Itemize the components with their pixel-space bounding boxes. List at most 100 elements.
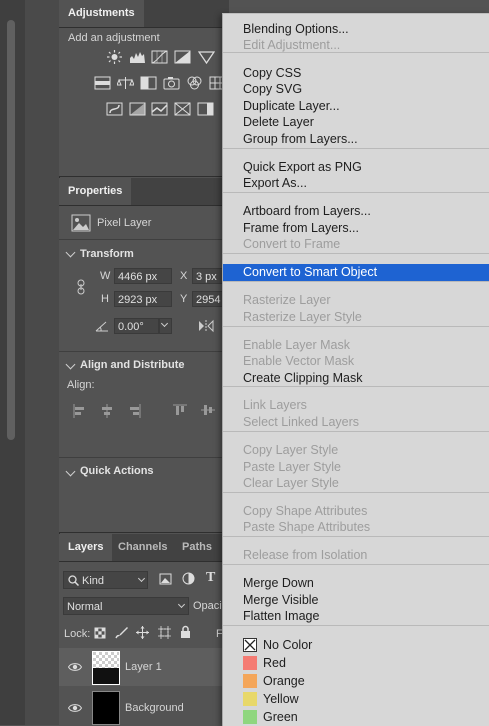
menu-item[interactable]: Delete Layer (223, 114, 489, 131)
x-label: X (180, 270, 188, 282)
menu-item[interactable]: Merge Down (223, 575, 489, 592)
w-label: W (100, 270, 111, 282)
align-hcenter-icon[interactable] (101, 404, 113, 418)
tab-channels[interactable]: Channels (109, 534, 177, 561)
align-distribute-header[interactable]: Align and Distribute (80, 359, 185, 371)
channel-mixer-icon[interactable] (186, 76, 203, 90)
menu-item[interactable]: Convert to Smart Object (223, 264, 489, 281)
menu-item[interactable]: Frame from Layers... (223, 220, 489, 237)
left-scrollbar[interactable] (7, 20, 15, 440)
filter-pixel-icon[interactable] (159, 573, 172, 585)
quick-actions-header[interactable]: Quick Actions (80, 465, 154, 477)
link-icon[interactable] (76, 279, 86, 295)
tab-adjustments[interactable]: Adjustments (59, 0, 144, 27)
angle-field[interactable]: 0.00° (114, 318, 159, 334)
visibility-eye-icon[interactable] (68, 703, 82, 713)
menu-item[interactable]: Create Clipping Mask (223, 370, 489, 387)
lock-image-brush-icon[interactable] (115, 626, 128, 639)
color-label-item[interactable]: No Color (223, 637, 489, 654)
color-label-text: Red (263, 656, 286, 670)
transform-header[interactable]: Transform (80, 248, 134, 260)
selective-color-icon[interactable] (197, 102, 214, 116)
align-top-icon[interactable] (173, 404, 187, 416)
layer-row[interactable]: Layer 1 (59, 648, 229, 686)
color-label-item[interactable]: Yellow (223, 691, 489, 708)
brightness-icon[interactable] (106, 50, 123, 64)
filter-type-icon[interactable]: T (206, 570, 215, 586)
threshold-icon[interactable] (151, 102, 168, 116)
y-label: Y (180, 293, 188, 305)
filter-adjustment-icon[interactable] (182, 572, 195, 585)
width-field[interactable]: 4466 px (114, 268, 172, 284)
photo-filter-icon[interactable] (163, 76, 180, 90)
color-balance-icon[interactable] (117, 76, 134, 90)
align-chevron-icon[interactable] (65, 359, 76, 370)
menu-item[interactable]: Export As... (223, 175, 489, 192)
menu-item[interactable]: Copy CSS (223, 65, 489, 82)
menu-separator (223, 386, 489, 387)
layer-type-label: Pixel Layer (97, 217, 152, 229)
color-label-item[interactable]: Orange (223, 673, 489, 690)
menu-item[interactable]: Quick Export as PNG (223, 159, 489, 176)
filter-kind-dropdown[interactable]: Kind (63, 571, 148, 589)
blend-mode-dropdown[interactable]: Normal (63, 597, 189, 615)
color-swatch (243, 692, 257, 706)
lock-label: Lock: (64, 628, 91, 640)
menu-item[interactable]: Artboard from Layers... (223, 203, 489, 220)
quick-actions-chevron-icon[interactable] (65, 466, 76, 477)
exposure-icon[interactable] (174, 50, 191, 64)
tab-properties[interactable]: Properties (59, 178, 132, 205)
angle-dropdown[interactable] (159, 318, 172, 334)
vibrance-icon[interactable] (198, 50, 215, 64)
kind-label: Kind (82, 575, 105, 587)
curves-icon[interactable] (151, 50, 168, 64)
menu-item[interactable]: Duplicate Layer... (223, 98, 489, 115)
menu-item[interactable]: Copy SVG (223, 81, 489, 98)
color-label-text: No Color (263, 638, 313, 652)
lock-position-icon[interactable] (136, 626, 149, 639)
black-white-icon[interactable] (140, 76, 157, 90)
menu-separator (223, 148, 489, 149)
menu-item: Link Layers (243, 398, 307, 412)
visibility-eye-icon[interactable] (68, 662, 82, 672)
menu-separator (223, 326, 489, 327)
panel-collapse-strip (25, 0, 60, 725)
menu-separator (223, 564, 489, 565)
menu-item[interactable]: Blending Options... (223, 21, 489, 38)
layer-row[interactable]: Background (59, 687, 229, 725)
levels-icon[interactable] (129, 50, 146, 64)
layer-name[interactable]: Layer 1 (125, 661, 162, 673)
chevron-down-icon (177, 600, 186, 609)
h-label: H (101, 293, 109, 305)
color-swatch (243, 656, 257, 670)
lock-all-icon[interactable] (180, 625, 191, 638)
menu-separator (223, 431, 489, 432)
align-left-icon[interactable] (73, 404, 85, 418)
add-adjustment-label: Add an adjustment (68, 32, 160, 44)
gradient-map-icon[interactable] (174, 102, 191, 116)
lock-transparent-icon[interactable] (94, 627, 106, 639)
layer-name[interactable]: Background (125, 702, 184, 714)
menu-item[interactable]: Merge Visible (223, 592, 489, 609)
tab-paths[interactable]: Paths (173, 534, 221, 561)
menu-item[interactable]: Flatten Image (223, 608, 489, 625)
hue-saturation-icon[interactable] (94, 76, 111, 90)
adjustments-tabbar: Adjustments (59, 0, 229, 28)
align-vcenter-icon[interactable] (201, 404, 215, 416)
lock-artboard-icon[interactable] (158, 626, 171, 639)
transform-chevron-icon[interactable] (65, 247, 76, 258)
menu-item: Paste Layer Style (243, 460, 341, 474)
color-label-item[interactable]: Green (223, 709, 489, 726)
tab-layers[interactable]: Layers (59, 534, 113, 561)
flip-horizontal-icon[interactable] (198, 319, 214, 333)
menu-item[interactable]: Group from Layers... (223, 131, 489, 148)
color-label-item[interactable]: Red (223, 655, 489, 672)
invert-icon[interactable] (106, 102, 123, 116)
align-right-icon[interactable] (129, 404, 141, 418)
height-field[interactable]: 2923 px (114, 291, 172, 307)
layers-tabbar: Layers Channels Paths (59, 534, 229, 562)
chevron-down-icon (137, 574, 146, 583)
menu-item: Clear Layer Style (243, 476, 339, 490)
posterize-icon[interactable] (129, 102, 146, 116)
menu-item: Copy Shape Attributes (243, 504, 368, 518)
